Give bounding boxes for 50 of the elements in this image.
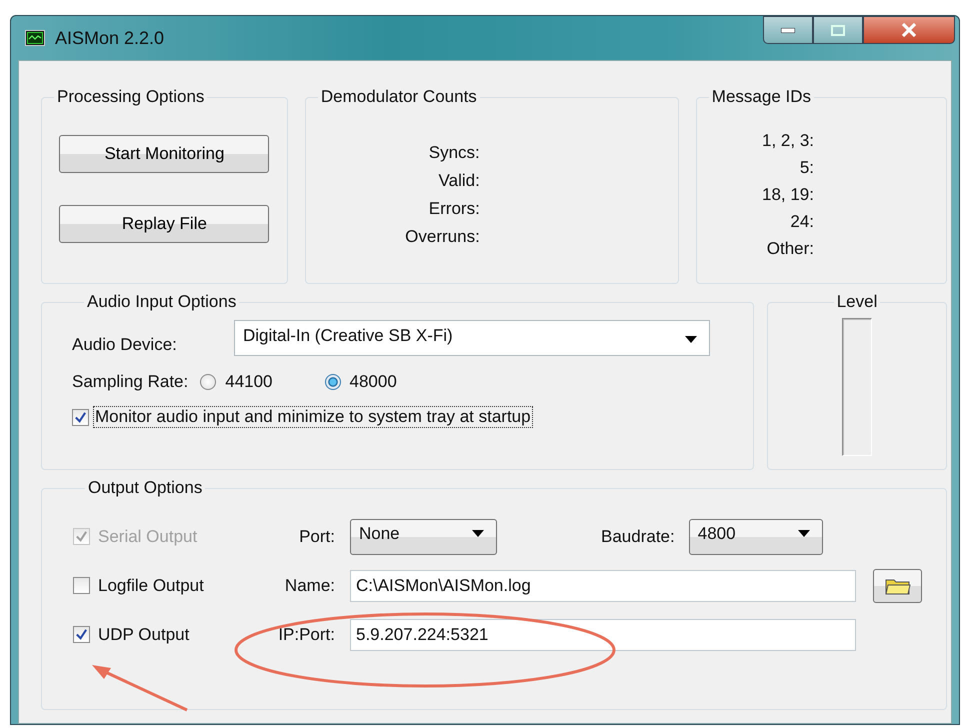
caret-icon [685,336,697,343]
address-field[interactable]: 5.9.207.224:5321 [350,618,856,650]
field-label: IP:Port: [277,624,335,644]
close-button[interactable] [863,16,955,44]
group-title: Output Options [87,478,204,498]
checkbox-label: Serial Output [98,526,198,546]
message-id-label: 5: [800,157,814,179]
radio-button[interactable] [324,374,341,390]
folder-icon [884,576,910,594]
minimize-button[interactable] [763,16,813,44]
count-label: Overruns: [405,226,480,248]
field-label: Baudrate: [601,526,675,546]
message-id-label: 18, 19: [762,184,814,206]
checkbox[interactable] [73,577,90,594]
checkbox[interactable] [73,626,90,643]
group-title: Message IDs [710,87,812,107]
checkbox-label: UDP Output [98,624,190,644]
device-dropdown[interactable]: Digital-In (Creative SB X-Fi) [234,320,710,356]
action-button[interactable]: Replay File [59,205,270,243]
count-label: Errors: [428,198,480,220]
checkbox-label: Monitor audio input and minimize to system tray at startup [93,406,533,428]
field-label: Sampling Rate: [72,372,188,392]
group-title: Audio Input Options [86,292,238,312]
caret-icon [472,530,484,537]
checkbox[interactable] [72,408,89,426]
count-label: Syncs: [428,142,480,164]
window-title: AISMon 2.2.0 [55,28,164,48]
close-icon [901,23,917,37]
filename-field[interactable]: C:\AISMon\AISMon.log [350,570,856,602]
group-title: Demodulator Counts [320,87,478,107]
maximize-button[interactable] [813,16,863,44]
field-label: Port: [298,526,335,546]
field-label: Audio Device: [72,334,178,355]
caret-icon [798,530,810,537]
group-title: Level [836,292,878,312]
count-label: Valid: [438,170,480,192]
message-id-label: Other: [766,238,814,260]
minimize-icon [781,28,795,32]
radio-label: 44100 [225,372,273,392]
app-icon [25,30,45,46]
field-label: Name: [284,576,335,596]
group-title: Processing Options [56,87,206,107]
action-button[interactable]: Start Monitoring [59,135,270,173]
maximize-icon [831,24,845,36]
radio-label: 48000 [350,372,397,392]
message-id-label: 1, 2, 3: [762,130,814,152]
browse-button[interactable] [873,568,922,602]
checkbox-label: Logfile Output [98,576,204,596]
message-id-label: 24: [790,211,814,233]
radio-button[interactable] [200,374,216,390]
